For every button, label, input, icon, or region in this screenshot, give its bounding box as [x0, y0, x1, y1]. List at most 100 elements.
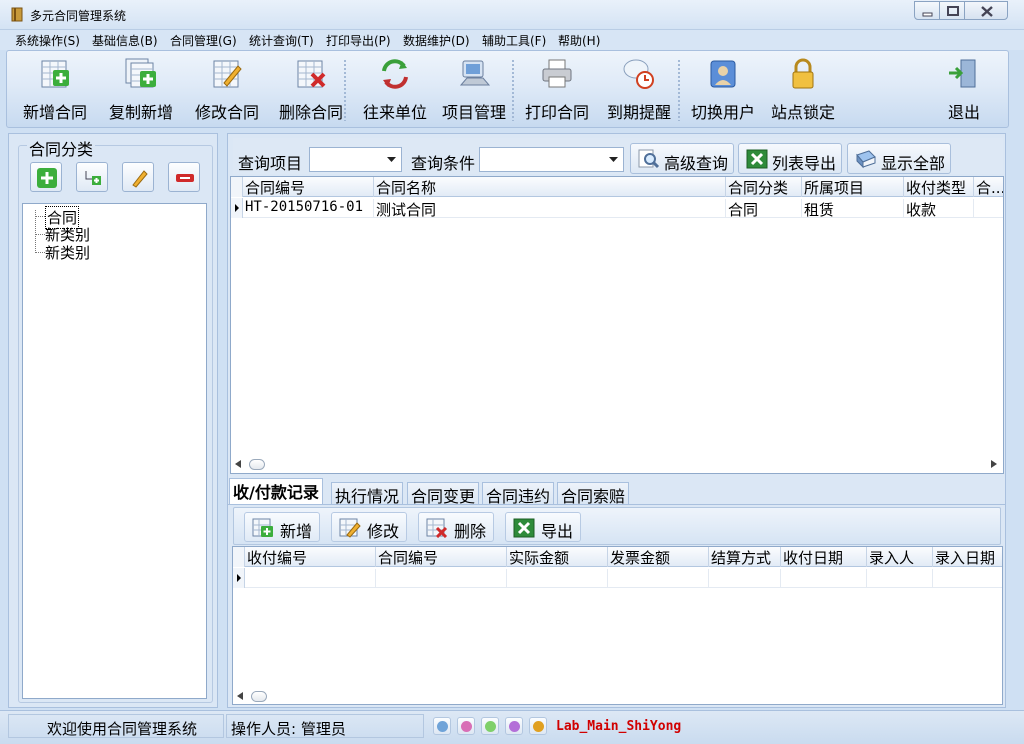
add-child-category-button[interactable]	[76, 162, 108, 192]
menu-help[interactable]: 帮助(H)	[558, 32, 600, 49]
tab-payment-records[interactable]: 收/付款记录	[229, 478, 323, 505]
tab-breach[interactable]: 合同违约	[482, 482, 555, 506]
theme-purple-button[interactable]	[505, 717, 523, 735]
menu-system[interactable]: 系统操作(S)	[15, 32, 80, 49]
copy-new-button[interactable]: 复制新增	[99, 51, 183, 127]
lock-icon	[792, 58, 814, 89]
delete-contract-button[interactable]: 删除合同	[269, 51, 353, 127]
menu-print-export[interactable]: 打印导出(P)	[326, 32, 391, 49]
switch-user-button[interactable]: 切换用户	[681, 51, 765, 127]
delete-icon	[426, 518, 448, 538]
scroll-right-icon[interactable]	[991, 460, 997, 468]
theme-orange-button[interactable]	[529, 717, 547, 735]
close-button[interactable]	[964, 1, 1008, 20]
new-record-row[interactable]	[233, 568, 1002, 588]
expiry-reminder-button[interactable]: 到期提醒	[597, 51, 681, 127]
toolbar-label: 切换用户	[690, 103, 755, 122]
menu-contract-management[interactable]: 合同管理(G)	[170, 32, 237, 49]
col-contract-no[interactable]: 合同编号	[376, 547, 507, 567]
col-settlement-method[interactable]: 结算方式	[709, 547, 781, 567]
minimize-button[interactable]	[914, 1, 940, 20]
query-condition-select[interactable]	[479, 147, 624, 172]
toolbar-label: 退出	[947, 103, 980, 122]
delete-record-label: 删除	[454, 522, 487, 541]
menu-statistics[interactable]: 统计查询(T)	[249, 32, 314, 49]
tree-line	[35, 216, 45, 217]
tab-changes[interactable]: 合同变更	[407, 482, 480, 506]
toolbar-label: 修改合同	[194, 103, 259, 122]
current-row-icon	[237, 574, 241, 582]
advanced-query-button[interactable]: 高级查询	[630, 143, 734, 174]
site-lock-button[interactable]: 站点锁定	[761, 51, 845, 127]
scroll-left-icon[interactable]	[237, 692, 243, 700]
menu-basic-info[interactable]: 基础信息(B)	[92, 32, 158, 49]
horizontal-scrollbar[interactable]	[231, 456, 1003, 472]
project-management-button[interactable]: 项目管理	[432, 51, 516, 127]
scroll-thumb[interactable]	[251, 691, 267, 702]
tree-node-new-category[interactable]: 新类别	[45, 242, 90, 263]
window-title-bar[interactable]: 多元合同管理系统	[0, 0, 1024, 30]
export-list-button[interactable]: 列表导出	[738, 143, 842, 174]
print-contract-button[interactable]: 打印合同	[515, 51, 599, 127]
delete-record-button[interactable]: 删除	[418, 512, 494, 542]
cell-payment-type: 收款	[904, 199, 974, 218]
edit-icon	[132, 170, 148, 188]
maximize-button[interactable]	[939, 1, 965, 20]
lab-label: Lab_Main_ShiYong	[556, 719, 682, 734]
add-contract-button[interactable]: 新增合同	[13, 51, 97, 127]
contracts-grid[interactable]: 合同编号 合同名称 合同分类 所属项目 收付类型 合... HT-2015071…	[230, 176, 1004, 474]
add-child-icon	[85, 171, 101, 185]
category-panel-title: 合同分类	[27, 136, 96, 160]
edit-record-button[interactable]: 修改	[331, 512, 407, 542]
col-entered-by[interactable]: 录入人	[867, 547, 933, 567]
show-all-button[interactable]: 显示全部	[847, 143, 951, 174]
theme-pink-button[interactable]	[457, 717, 475, 735]
scroll-thumb[interactable]	[249, 459, 265, 470]
add-icon	[37, 168, 57, 188]
partners-button[interactable]: 往来单位	[353, 51, 437, 127]
export-records-button[interactable]: 导出	[505, 512, 581, 542]
minimize-icon	[922, 12, 933, 17]
magnifier-icon	[638, 149, 660, 169]
grid-header: 合同编号 合同名称 合同分类 所属项目 收付类型 合...	[231, 177, 1003, 197]
horizontal-scrollbar[interactable]	[233, 688, 1002, 704]
col-payment-type[interactable]: 收付类型	[904, 177, 974, 197]
app-icon	[11, 7, 23, 22]
tree-line	[35, 234, 45, 235]
toolbar-label: 复制新增	[108, 103, 173, 122]
col-project[interactable]: 所属项目	[802, 177, 904, 197]
col-contract-name[interactable]: 合同名称	[374, 177, 726, 197]
col-more[interactable]: 合...	[974, 177, 1003, 197]
col-invoice-amount[interactable]: 发票金额	[608, 547, 709, 567]
col-contract-no[interactable]: 合同编号	[243, 177, 374, 197]
query-item-label: 查询项目	[238, 154, 303, 173]
add-category-button[interactable]	[30, 162, 62, 192]
add-record-button[interactable]: 新增	[244, 512, 320, 542]
empty-cell	[933, 569, 1002, 588]
exit-button[interactable]: 退出	[922, 51, 1006, 127]
tab-claims[interactable]: 合同索赔	[557, 482, 630, 506]
scroll-left-icon[interactable]	[235, 460, 241, 468]
tab-execution[interactable]: 执行情况	[331, 482, 404, 506]
row-selector[interactable]	[231, 198, 243, 218]
menu-data-maintenance[interactable]: 数据维护(D)	[403, 32, 470, 49]
theme-blue-button[interactable]	[433, 717, 451, 735]
payment-records-grid[interactable]: 收付编号 合同编号 实际金额 发票金额 结算方式 收付日期 录入人 录入日期	[232, 546, 1003, 705]
export-list-label: 列表导出	[772, 154, 837, 173]
remove-category-button[interactable]	[168, 162, 200, 192]
query-item-select[interactable]	[309, 147, 402, 172]
col-actual-amount[interactable]: 实际金额	[507, 547, 608, 567]
theme-green-button[interactable]	[481, 717, 499, 735]
category-tree[interactable]: 合同 新类别 新类别	[22, 203, 207, 699]
col-payment-date[interactable]: 收付日期	[781, 547, 867, 567]
table-row[interactable]: HT-20150716-01 测试合同 合同 租赁 收款	[231, 198, 1003, 218]
edit-contract-button[interactable]: 修改合同	[185, 51, 269, 127]
col-entry-date[interactable]: 录入日期	[933, 547, 1002, 567]
advanced-query-label: 高级查询	[664, 154, 729, 173]
edit-category-button[interactable]	[122, 162, 154, 192]
col-contract-category[interactable]: 合同分类	[726, 177, 802, 197]
menu-tools[interactable]: 辅助工具(F)	[482, 32, 546, 49]
cell-project: 租赁	[802, 199, 904, 218]
col-payment-no[interactable]: 收付编号	[245, 547, 376, 567]
row-selector[interactable]	[233, 568, 245, 588]
